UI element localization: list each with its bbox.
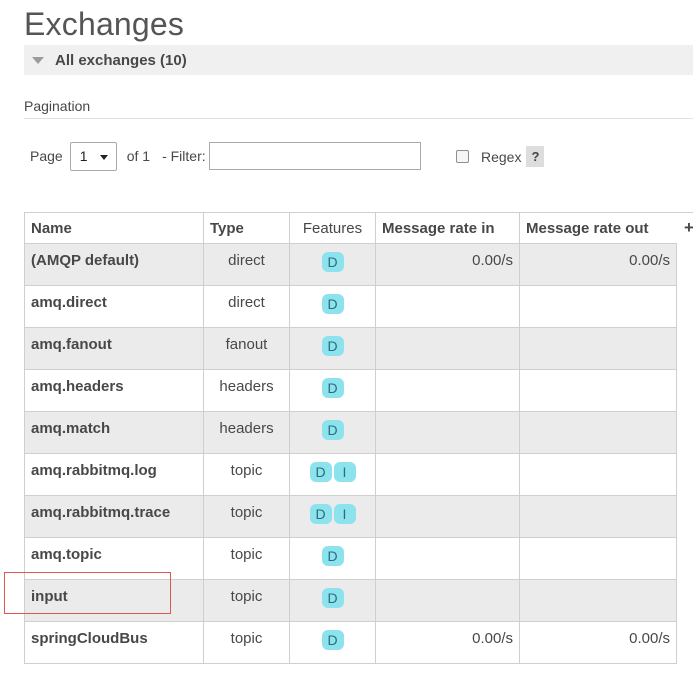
exchange-name-link[interactable]: amq.rabbitmq.trace [24,495,204,538]
exchange-features: DI [289,453,376,496]
exchange-type: topic [203,537,290,580]
message-rate-out [519,411,677,454]
message-rate-out: 0.00/s [519,243,677,286]
exchange-type: topic [203,453,290,496]
message-rate-in [375,495,520,538]
page-select[interactable]: 1 [69,141,117,171]
exchange-type: headers [203,369,290,412]
message-rate-in [375,285,520,328]
table-header-row: Name Type Features Message rate in Messa… [24,212,677,244]
page-select-value: 1 [79,148,88,164]
exchange-features: D [289,537,376,580]
message-rate-in [375,537,520,580]
exchange-name-link[interactable]: (AMQP default) [24,243,204,286]
exchange-name-link[interactable]: amq.headers [24,369,204,412]
pager: Page 1 of 1 - Filter: [30,141,421,171]
message-rate-in [375,369,520,412]
durable-badge: D [321,546,344,566]
message-rate-out [519,327,677,370]
exchange-type: fanout [203,327,290,370]
page-title: Exchanges [24,6,185,42]
pagination-heading: Pagination [24,98,693,119]
message-rate-out [519,285,677,328]
message-rate-in [375,453,520,496]
regex-checkbox[interactable] [456,150,469,163]
durable-badge: D [309,462,332,482]
exchange-type: direct [203,285,290,328]
collapse-triangle-icon [32,56,44,64]
exchange-name-link[interactable]: amq.direct [24,285,204,328]
exchange-features: D [289,327,376,370]
regex-label: Regex [481,148,522,165]
section-title: All exchanges (10) [55,51,187,69]
column-header-rate-out[interactable]: Message rate out [519,212,677,244]
highlight-annotation [4,572,171,614]
all-exchanges-toggle[interactable]: All exchanges (10) [24,45,693,75]
durable-badge: D [321,378,344,398]
regex-help-button[interactable]: ? [526,146,545,167]
exchange-type: topic [203,579,290,622]
message-rate-out [519,579,677,622]
message-rate-out [519,369,677,412]
message-rate-in [375,327,520,370]
durable-badge: D [309,504,332,524]
table-row[interactable]: amq.match headers D [24,411,677,454]
table-row[interactable]: amq.headers headers D [24,369,677,412]
exchange-features: D [289,285,376,328]
regex-option: Regex ? [456,146,545,167]
exchange-type: topic [203,495,290,538]
message-rate-out [519,495,677,538]
durable-badge: D [321,294,344,314]
filter-label: - Filter: [162,148,206,164]
durable-badge: D [321,420,344,440]
column-header-name[interactable]: Name [24,212,204,244]
table-row[interactable]: amq.rabbitmq.log topic D I [24,453,677,496]
internal-badge: I [333,504,356,524]
table-row[interactable]: (AMQP default) direct D 0.00/s 0.00/s [24,243,677,286]
table-row[interactable]: amq.fanout fanout D [24,327,677,370]
filter-input[interactable] [208,142,421,170]
message-rate-in [375,411,520,454]
column-header-rate-in[interactable]: Message rate in [375,212,520,244]
exchange-features: D [289,369,376,412]
table-row[interactable]: springCloudBus topic D 0.00/s 0.00/s [24,621,677,664]
exchange-type: headers [203,411,290,454]
exchange-features: D [289,243,376,286]
durable-badge: D [321,588,344,608]
internal-badge: I [333,462,356,482]
exchange-name-link[interactable]: springCloudBus [24,621,204,664]
exchange-name-link[interactable]: amq.rabbitmq.log [24,453,204,496]
column-header-type[interactable]: Type [203,212,290,244]
message-rate-in: 0.00/s [375,621,520,664]
exchange-type: direct [203,243,290,286]
message-rate-out: 0.00/s [519,621,677,664]
message-rate-in [375,579,520,622]
message-rate-in: 0.00/s [375,243,520,286]
add-column-button[interactable]: + [676,212,693,243]
exchange-features: D [289,411,376,454]
exchange-name-link[interactable]: amq.fanout [24,327,204,370]
column-header-features[interactable]: Features [289,212,376,244]
durable-badge: D [321,252,344,272]
message-rate-out [519,453,677,496]
exchange-type: topic [203,621,290,664]
exchange-features: DI [289,495,376,538]
exchange-features: D [289,621,376,664]
page-label: Page [30,148,63,164]
chevron-down-icon [99,154,108,160]
table-row[interactable]: amq.direct direct D [24,285,677,328]
table-row[interactable]: amq.rabbitmq.trace topic D I [24,495,677,538]
page-count-label: of 1 [126,148,151,164]
exchange-name-link[interactable]: amq.match [24,411,204,454]
message-rate-out [519,537,677,580]
durable-badge: D [321,630,344,650]
exchange-features: D [289,579,376,622]
durable-badge: D [321,336,344,356]
